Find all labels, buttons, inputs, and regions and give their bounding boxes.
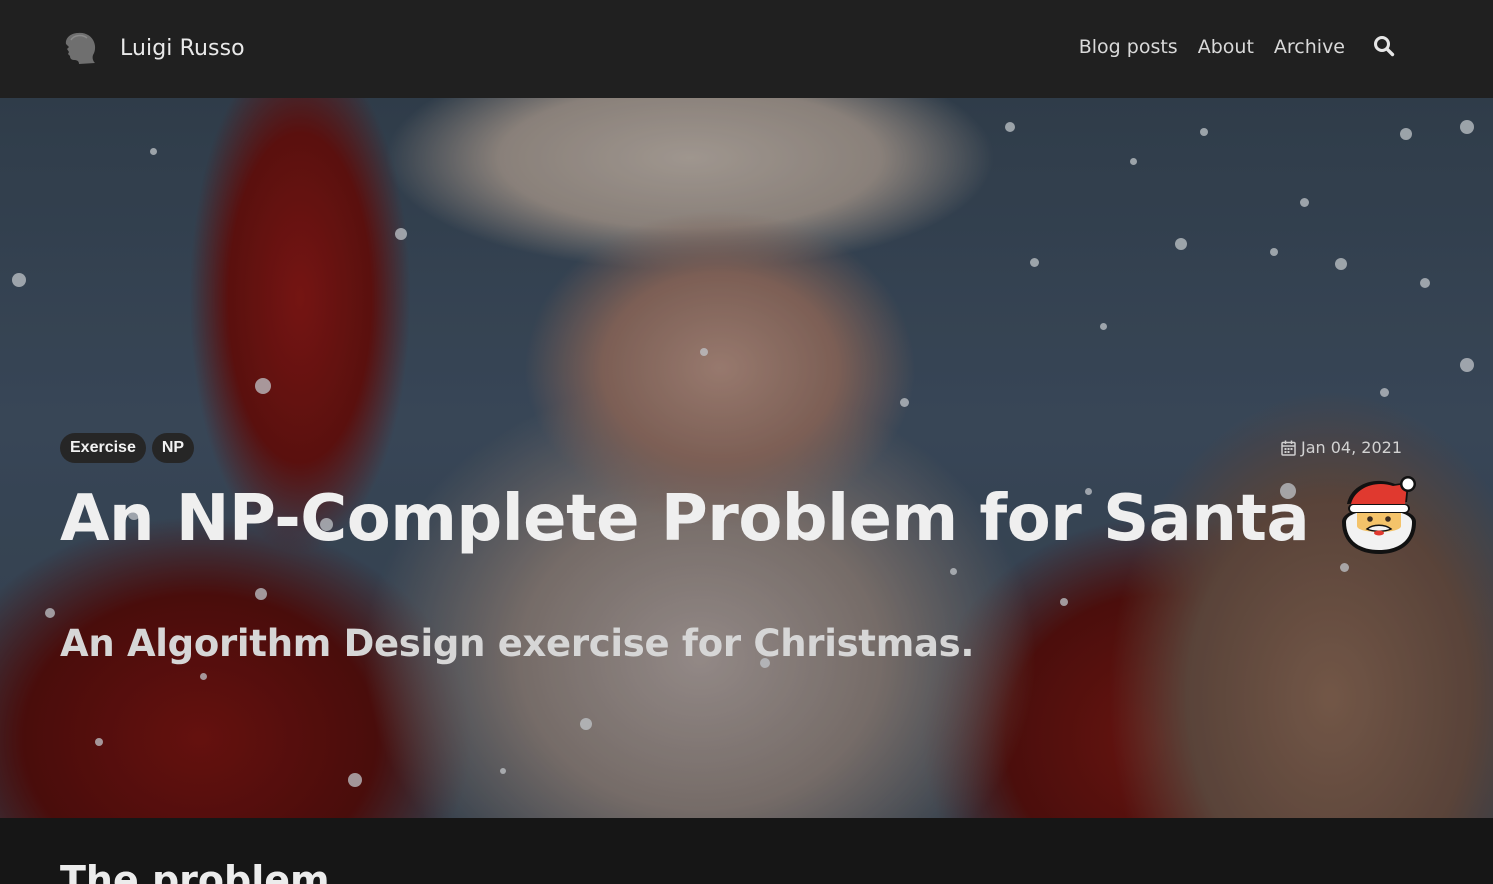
post-date: Jan 04, 2021 (1281, 438, 1402, 457)
post-date-text: Jan 04, 2021 (1301, 438, 1402, 457)
post-title-text: An NP-Complete Problem for Santa (60, 482, 1310, 556)
tag-list: Exercise NP (60, 433, 195, 463)
brand-name: Luigi Russo (120, 35, 245, 61)
post-content: The problem (0, 818, 1493, 884)
post-subtitle: An Algorithm Design exercise for Christm… (60, 622, 975, 665)
tag-exercise[interactable]: Exercise (60, 433, 146, 463)
santa-emoji-icon (1342, 476, 1417, 554)
post-title: An NP-Complete Problem for Santa (60, 476, 1421, 556)
main-nav: Blog posts About Archive (1079, 36, 1395, 58)
top-navbar: Luigi Russo Blog posts About Archive (0, 0, 1493, 98)
brand-link[interactable]: Luigi Russo (62, 30, 245, 66)
calendar-icon (1281, 440, 1296, 456)
nav-about[interactable]: About (1198, 36, 1254, 58)
tag-np[interactable]: NP (151, 433, 195, 463)
hero-banner: Exercise NP Jan 04, 2021 An NP-Complete … (0, 98, 1493, 818)
head-silhouette-icon (65, 32, 96, 64)
hero-overlay (0, 98, 1493, 818)
nav-blog-posts[interactable]: Blog posts (1079, 36, 1178, 58)
nav-archive[interactable]: Archive (1274, 36, 1345, 58)
section-heading: The problem (60, 858, 330, 884)
search-icon[interactable] (1373, 35, 1395, 57)
